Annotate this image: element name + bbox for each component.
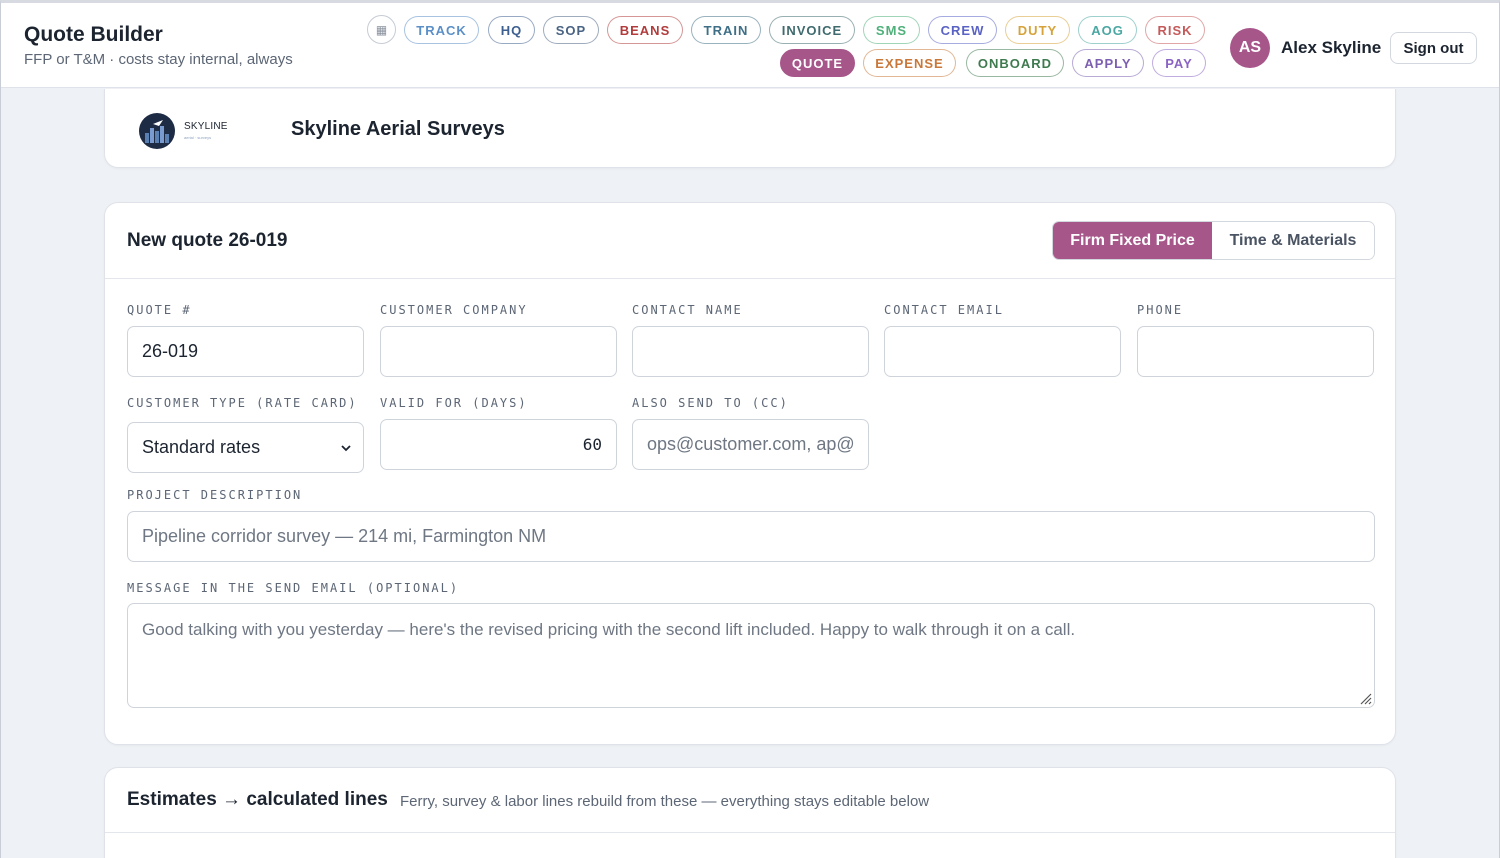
logo-wordmark: SKYLINE — [184, 121, 228, 132]
valid-for-label: VALID FOR (DAYS) — [380, 396, 528, 410]
nav-train-pill[interactable]: TRAIN — [691, 16, 761, 44]
nav-onboard-pill[interactable]: ONBOARD — [966, 49, 1064, 77]
project-description-label: PROJECT DESCRIPTION — [127, 488, 303, 502]
time-materials-button[interactable]: Time & Materials — [1212, 222, 1374, 259]
phone-label: PHONE — [1137, 303, 1184, 317]
nav-sms-pill[interactable]: SMS — [863, 16, 920, 44]
quote-number-label: QUOTE # — [127, 303, 192, 317]
app-header: Quote Builder FFP or T&M · costs stay in… — [1, 3, 1499, 88]
customer-company-label: CUSTOMER COMPANY — [380, 303, 528, 317]
estimates-card: Estimates → calculated lines Ferry, surv… — [104, 767, 1396, 858]
nav-beans-pill[interactable]: BEANS — [607, 16, 683, 44]
customer-type-value: Standard rates — [142, 437, 261, 457]
estimates-header: Estimates → calculated lines Ferry, surv… — [105, 768, 1395, 833]
firm-fixed-price-button[interactable]: Firm Fixed Price — [1053, 222, 1212, 259]
skyline-logo-icon — [139, 113, 175, 149]
estimates-title: Estimates → calculated lines — [127, 789, 388, 810]
customer-type-label: CUSTOMER TYPE (RATE CARD) — [127, 396, 358, 410]
nav-risk-pill[interactable]: RISK — [1145, 16, 1205, 44]
chevron-down-icon — [341, 445, 351, 452]
message-placeholder: Good talking with you yesterday — here's… — [142, 620, 1076, 639]
grid-icon: ▦ — [375, 22, 388, 37]
contact-email-label: CONTACT EMAIL — [884, 303, 1004, 317]
nav-track-pill[interactable]: TRACK — [404, 16, 479, 44]
quote-card: New quote 26-019 Firm Fixed Price Time &… — [104, 202, 1396, 745]
company-name: Skyline Aerial Surveys — [291, 118, 505, 140]
logo-tagline: aerial · surveys — [184, 135, 212, 140]
phone-input[interactable] — [1137, 326, 1374, 377]
app-grid-button[interactable]: ▦ — [367, 15, 396, 44]
pricing-mode-toggle: Firm Fixed Price Time & Materials — [1052, 221, 1375, 260]
nav-invoice-pill[interactable]: INVOICE — [769, 16, 855, 44]
message-textarea[interactable]: Good talking with you yesterday — here's… — [127, 603, 1375, 708]
avatar[interactable]: AS — [1230, 28, 1270, 68]
nav-quote-pill[interactable]: QUOTE — [780, 49, 855, 77]
page-title: Quote Builder — [24, 23, 163, 46]
resize-handle-icon[interactable] — [1358, 691, 1372, 705]
nav-crew-pill[interactable]: CREW — [928, 16, 997, 44]
nav-sop-pill[interactable]: SOP — [543, 16, 599, 44]
contact-email-input[interactable] — [884, 326, 1121, 377]
quote-card-header: New quote 26-019 Firm Fixed Price Time &… — [105, 203, 1395, 279]
cc-label: ALSO SEND TO (CC) — [632, 396, 789, 410]
contact-name-input[interactable] — [632, 326, 869, 377]
valid-for-input[interactable]: 60 — [380, 419, 617, 470]
customer-company-input[interactable] — [380, 326, 617, 377]
nav-pay-pill[interactable]: PAY — [1152, 49, 1206, 77]
user-name: Alex Skyline — [1281, 38, 1382, 57]
page-subtitle: FFP or T&M · costs stay internal, always — [24, 51, 293, 68]
nav-aog-pill[interactable]: AOG — [1078, 16, 1137, 44]
quote-number-input[interactable]: 26-019 — [127, 326, 364, 377]
company-card: SKYLINE aerial · surveys Skyline Aerial … — [104, 89, 1396, 168]
nav-duty-pill[interactable]: DUTY — [1005, 16, 1070, 44]
cc-input[interactable]: ops@customer.com, ap@ — [632, 419, 869, 470]
customer-type-select[interactable]: Standard rates — [127, 422, 364, 473]
contact-name-label: CONTACT NAME — [632, 303, 743, 317]
nav-apply-pill[interactable]: APPLY — [1072, 49, 1144, 77]
message-label: MESSAGE IN THE SEND EMAIL (OPTIONAL) — [127, 581, 460, 595]
nav-hq-pill[interactable]: HQ — [488, 16, 535, 44]
estimates-subtitle: Ferry, survey & labor lines rebuild from… — [400, 793, 930, 810]
sign-out-button[interactable]: Sign out — [1390, 32, 1477, 64]
nav-expense-pill[interactable]: EXPENSE — [863, 49, 956, 77]
project-description-input[interactable]: Pipeline corridor survey — 214 mi, Farmi… — [127, 511, 1375, 562]
quote-title: New quote 26-019 — [127, 230, 288, 251]
